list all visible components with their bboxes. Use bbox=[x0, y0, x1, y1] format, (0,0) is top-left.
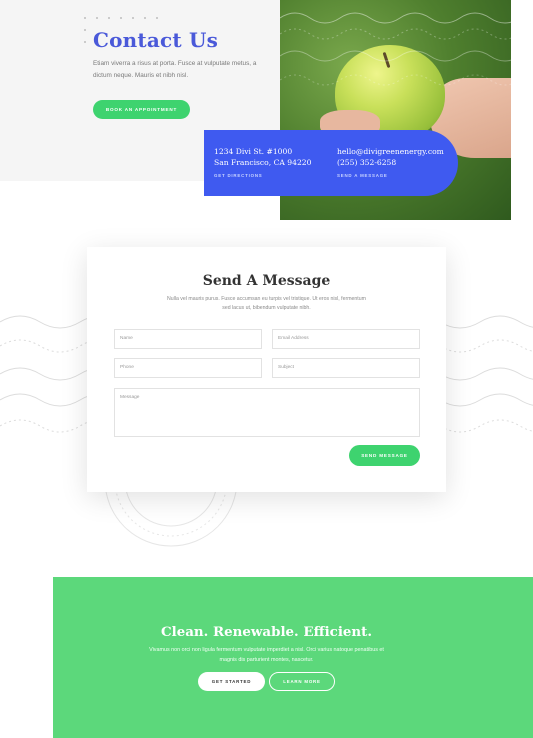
phone-number: (255) 352-6258 bbox=[337, 158, 397, 167]
address-line-1: 1234 Divi St. #1000 bbox=[214, 147, 293, 156]
hero-description: Etiam viverra a risus at porta. Fusce at… bbox=[93, 60, 257, 79]
send-message-link[interactable]: Send a message bbox=[337, 173, 388, 178]
message-form-card: Send A Message Nulla vel mauris purus. F… bbox=[87, 247, 446, 492]
address-line-2: San Francisco, CA 94220 bbox=[214, 158, 312, 167]
message-field[interactable]: Message bbox=[114, 388, 420, 437]
cta-section: Clean. Renewable. Efficient. Vivamus non… bbox=[53, 577, 533, 738]
email-link[interactable]: hello@divigreenenergy.com bbox=[337, 146, 444, 157]
contact-info-card: 1234 Divi St. #1000 San Francisco, CA 94… bbox=[204, 130, 458, 196]
get-directions-link[interactable]: Get directions bbox=[214, 173, 263, 178]
page-title: Contact Us bbox=[93, 28, 219, 52]
form-description: Nulla vel mauris purus. Fusce accumsan e… bbox=[167, 296, 366, 311]
learn-more-button[interactable]: Learn more bbox=[269, 672, 335, 691]
name-field[interactable]: Name bbox=[114, 329, 262, 349]
phone-field[interactable]: Phone bbox=[114, 358, 262, 378]
book-appointment-button[interactable]: Book an appointment bbox=[93, 100, 190, 119]
cta-description: Vivamus non orci non ligula fermentum vu… bbox=[149, 647, 384, 663]
send-message-button[interactable]: Send message bbox=[349, 445, 420, 466]
subject-field[interactable]: Subject bbox=[272, 358, 420, 378]
form-title: Send A Message bbox=[202, 273, 331, 289]
email-field[interactable]: Email Address bbox=[272, 329, 420, 349]
cta-title: Clean. Renewable. Efficient. bbox=[160, 624, 373, 640]
get-started-button[interactable]: Get started bbox=[198, 672, 265, 691]
